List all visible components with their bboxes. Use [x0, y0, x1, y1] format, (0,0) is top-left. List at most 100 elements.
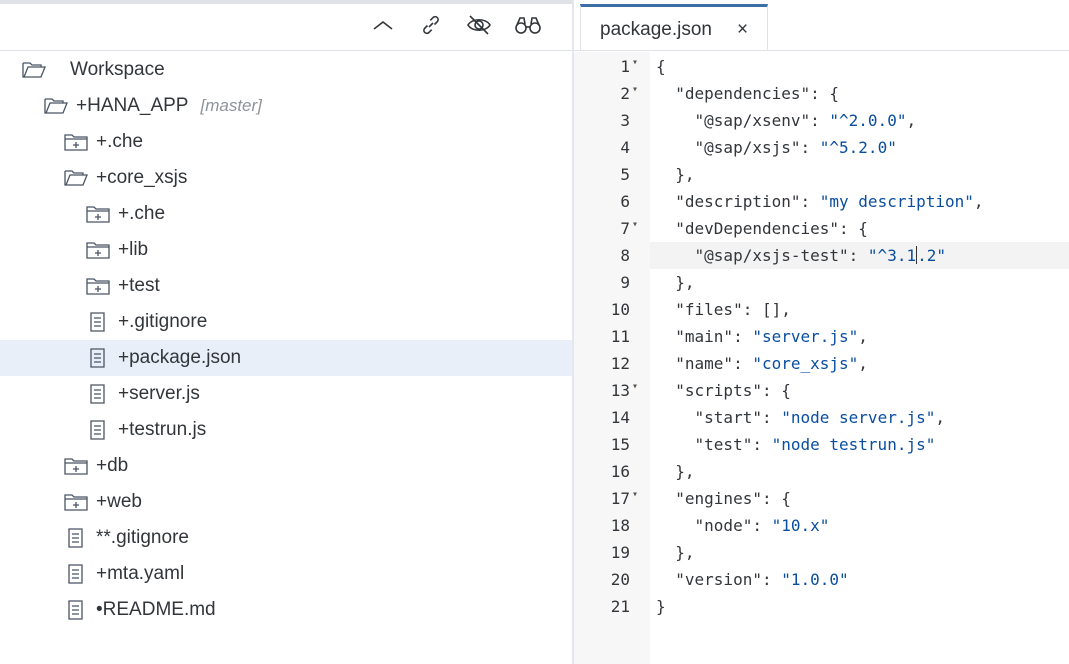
tree-folder-item[interactable]: +test: [0, 268, 572, 304]
folder-open-icon: [44, 96, 68, 116]
code-line[interactable]: },: [650, 539, 1069, 566]
gutter-line: 9: [574, 269, 650, 296]
folder-closed-icon: [86, 240, 110, 260]
line-number: 11: [610, 327, 630, 346]
tree-item-name: test: [129, 275, 160, 296]
code-line-text: "dependencies": {: [675, 84, 840, 103]
gutter-line: 15: [574, 431, 650, 458]
tree-folder-item[interactable]: +lib: [0, 232, 572, 268]
tree-folder-item[interactable]: +.che: [0, 124, 572, 160]
tree-folder-item[interactable]: +core_xsjs: [0, 160, 572, 196]
tree-folder-item[interactable]: +db: [0, 448, 572, 484]
tree-folder-item[interactable]: +web: [0, 484, 572, 520]
code-line[interactable]: "engines": {: [650, 485, 1069, 512]
tree-item-label: **.gitignore: [96, 527, 189, 549]
code-line[interactable]: },: [650, 269, 1069, 296]
code-line[interactable]: "start": "node server.js",: [650, 404, 1069, 431]
toggle-hidden-files-button[interactable]: [464, 12, 494, 42]
git-status-marker: +: [96, 131, 108, 152]
code-line[interactable]: "test": "node testrun.js": [650, 431, 1069, 458]
code-line[interactable]: "description": "my description",: [650, 188, 1069, 215]
line-number: 1: [620, 57, 630, 76]
fold-toggle-icon[interactable]: ▾: [632, 84, 638, 95]
code-line-text: },: [656, 543, 695, 562]
code-line-text: },: [656, 462, 695, 481]
tree-item-name: .gitignore: [110, 527, 189, 548]
code-line[interactable]: },: [650, 161, 1069, 188]
code-line-text: "@sap/xsjs": "^5.2.0": [694, 138, 897, 157]
code-line[interactable]: "name": "core_xsjs",: [650, 350, 1069, 377]
tree-item-name: HANA_APP: [87, 95, 189, 116]
code-line[interactable]: "@sap/xsenv": "^2.0.0",: [650, 107, 1069, 134]
code-line-text: "name": "core_xsjs",: [675, 354, 868, 373]
tree-item-label: +.che: [118, 203, 165, 225]
fold-toggle-icon[interactable]: ▾: [632, 219, 638, 230]
tree-item-label: •README.md: [96, 599, 216, 621]
code-line[interactable]: "files": [],: [650, 296, 1069, 323]
tree-item-name: server.js: [129, 383, 200, 404]
line-number-gutter: 1 ▾ 2 ▾ 3 4 5 6 7 ▾ 8 9 10 11 12 13 ▾ 14 15 16 17 ▾ 18 19 20 21: [574, 52, 650, 664]
tree-item-label: +.che: [96, 131, 143, 153]
gutter-line: 10: [574, 296, 650, 323]
tree-file-item[interactable]: +package.json: [0, 340, 572, 376]
explorer-toolbar: [0, 4, 572, 51]
binoculars-icon: [514, 14, 542, 41]
code-line-text: "main": "server.js",: [675, 327, 868, 346]
gutter-line: 3: [574, 107, 650, 134]
line-number: 21: [610, 597, 630, 616]
tree-file-item[interactable]: +testrun.js: [0, 412, 572, 448]
line-number: 12: [610, 354, 630, 373]
tree-file-item[interactable]: +mta.yaml: [0, 556, 572, 592]
git-status-marker: +: [96, 491, 108, 512]
code-line[interactable]: "scripts": {: [650, 377, 1069, 404]
gutter-line: 7 ▾: [574, 215, 650, 242]
code-line[interactable]: "devDependencies": {: [650, 215, 1069, 242]
code-editor[interactable]: { "dependencies": { "@sap/xsenv": "^2.0.…: [650, 52, 1069, 664]
tree-file-item[interactable]: **.gitignore: [0, 520, 572, 556]
tree-file-item[interactable]: •README.md: [0, 592, 572, 628]
tree-file-item[interactable]: +.gitignore: [0, 304, 572, 340]
folder-closed-icon: [64, 456, 88, 476]
code-line-text: },: [656, 273, 695, 292]
fold-toggle-icon[interactable]: ▾: [632, 381, 638, 392]
line-number: 3: [620, 111, 630, 130]
code-line-text: "description": "my description",: [675, 192, 984, 211]
tree-item-name: .che: [107, 131, 144, 152]
line-number: 18: [610, 516, 630, 535]
tree-item-label: +.gitignore: [118, 311, 207, 333]
code-line[interactable]: "@sap/xsjs": "^5.2.0": [650, 134, 1069, 161]
editor-tab-bar: package.json ×: [574, 0, 1069, 51]
gutter-line: 1 ▾: [574, 53, 650, 80]
tree-folder-item[interactable]: Workspace: [0, 52, 572, 88]
tree-item-name: .che: [129, 203, 166, 224]
tree-file-item[interactable]: +server.js: [0, 376, 572, 412]
tab-package-json[interactable]: package.json ×: [580, 4, 768, 50]
tab-close-icon[interactable]: ×: [737, 20, 748, 40]
code-line[interactable]: {: [650, 53, 1069, 80]
fold-toggle-icon[interactable]: ▾: [632, 489, 638, 500]
git-status-marker: •: [96, 599, 103, 620]
code-line[interactable]: "version": "1.0.0": [650, 566, 1069, 593]
tree-item-name: core_xsjs: [107, 167, 188, 188]
gutter-line: 19: [574, 539, 650, 566]
git-status-marker: +: [118, 311, 130, 332]
link-with-editor-button[interactable]: [416, 12, 446, 42]
tree-item-name: README.md: [102, 599, 216, 620]
code-line[interactable]: "main": "server.js",: [650, 323, 1069, 350]
collapse-all-button[interactable]: [368, 12, 398, 42]
line-number: 15: [610, 435, 630, 454]
tree-folder-item[interactable]: +.che: [0, 196, 572, 232]
code-line[interactable]: },: [650, 458, 1069, 485]
code-line[interactable]: }: [650, 593, 1069, 620]
fold-toggle-icon[interactable]: ▾: [632, 57, 638, 68]
line-number: 20: [610, 570, 630, 589]
tree-item-label: +mta.yaml: [96, 563, 184, 585]
gutter-line: 2 ▾: [574, 80, 650, 107]
code-line[interactable]: "@sap/xsjs-test": "^3.1.2": [650, 242, 1069, 269]
search-files-button[interactable]: [513, 12, 543, 42]
tree-folder-item[interactable]: +HANA_APP [master]: [0, 88, 572, 124]
code-line[interactable]: "node": "10.x": [650, 512, 1069, 539]
gutter-line: 17 ▾: [574, 485, 650, 512]
git-status-marker: +: [96, 455, 108, 476]
code-line[interactable]: "dependencies": {: [650, 80, 1069, 107]
